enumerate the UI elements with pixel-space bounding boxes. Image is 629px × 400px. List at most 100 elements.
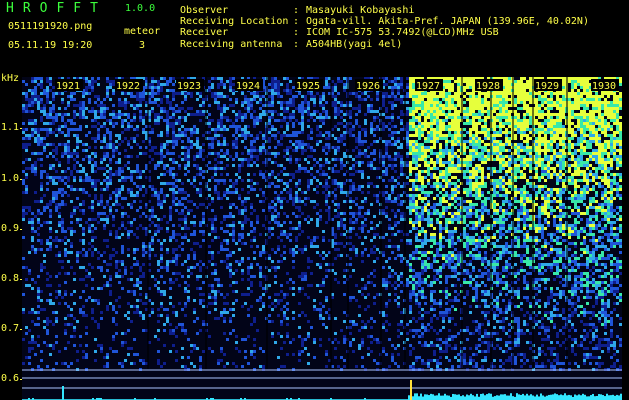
noise-cell (385, 107, 388, 110)
noise-cell (25, 83, 28, 86)
noise-cell (277, 185, 280, 188)
noise-cell (214, 299, 217, 302)
noise-cell (286, 122, 289, 125)
noise-cell (247, 158, 250, 161)
noise-cell (382, 98, 385, 101)
noise-cell (217, 179, 220, 182)
noise-cell (409, 305, 412, 308)
noise-cell (127, 113, 130, 116)
noise-cell (220, 143, 223, 146)
noise-cell (52, 176, 55, 179)
noise-cell (91, 245, 94, 248)
noise-cell (70, 233, 73, 236)
noise-cell (352, 164, 355, 167)
noise-cell (130, 125, 133, 128)
noise-cell (370, 281, 373, 284)
noise-cell (124, 176, 127, 179)
noise-cell (208, 161, 211, 164)
noise-cell (172, 197, 175, 200)
noise-cell (31, 230, 34, 233)
noise-cell (340, 218, 343, 221)
noise-cell (124, 101, 127, 104)
noise-cell (433, 197, 436, 200)
noise-cell (298, 167, 301, 170)
noise-cell (274, 203, 277, 206)
noise-cell (40, 152, 43, 155)
noise-cell (208, 296, 211, 299)
noise-cell (82, 188, 85, 191)
noise-cell (436, 248, 439, 251)
noise-cell (310, 284, 313, 287)
noise-cell (70, 200, 73, 203)
noise-cell (319, 134, 322, 137)
noise-cell (190, 107, 193, 110)
noise-cell (250, 275, 253, 278)
noise-cell (76, 260, 79, 263)
noise-cell (211, 143, 214, 146)
noise-cell (418, 164, 421, 167)
noise-cell (322, 284, 325, 287)
noise-cell (406, 113, 409, 116)
noise-cell (406, 323, 409, 326)
noise-cell (199, 104, 202, 107)
noise-cell (172, 158, 175, 161)
noise-cell (172, 272, 175, 275)
noise-cell (382, 194, 385, 197)
noise-cell (400, 128, 403, 131)
noise-cell (325, 152, 328, 155)
noise-cell (118, 179, 121, 182)
noise-cell (271, 152, 274, 155)
noise-cell (67, 365, 70, 368)
noise-cell (142, 98, 145, 101)
noise-cell (172, 200, 175, 203)
noise-cell (22, 131, 25, 134)
noise-cell (85, 314, 88, 317)
noise-cell (250, 266, 253, 269)
noise-cell (397, 221, 400, 224)
noise-cell (106, 188, 109, 191)
noise-cell (136, 170, 139, 173)
noise-cell (169, 278, 172, 281)
noise-cell (58, 188, 61, 191)
noise-cell (262, 305, 265, 308)
noise-cell (142, 152, 145, 155)
noise-cell (445, 95, 448, 98)
noise-cell (385, 173, 388, 176)
noise-cell (136, 107, 139, 110)
noise-cell (283, 167, 286, 170)
noise-cell (373, 149, 376, 152)
noise-cell (73, 134, 76, 137)
noise-cell (82, 350, 85, 353)
noise-cell (229, 266, 232, 269)
noise-cell (367, 182, 370, 185)
noise-cell (55, 92, 58, 95)
noise-cell (106, 89, 109, 92)
noise-cell (193, 230, 196, 233)
noise-cell (181, 236, 184, 239)
noise-cell (235, 341, 238, 344)
noise-cell (193, 311, 196, 314)
noise-cell (295, 95, 298, 98)
noise-cell (352, 320, 355, 323)
noise-cell (190, 95, 193, 98)
noise-cell (442, 245, 445, 248)
noise-cell (421, 188, 424, 191)
noise-cell (166, 182, 169, 185)
noise-cell (358, 206, 361, 209)
noise-cell (355, 95, 358, 98)
noise-cell (22, 170, 25, 173)
noise-cell (100, 116, 103, 119)
noise-cell (121, 101, 124, 104)
noise-cell (391, 245, 394, 248)
noise-cell (127, 221, 130, 224)
noise-cell (241, 242, 244, 245)
noise-cell (313, 245, 316, 248)
noise-cell (394, 221, 397, 224)
noise-cell (115, 146, 118, 149)
noise-cell (415, 320, 418, 323)
noise-cell (421, 254, 424, 257)
noise-cell (268, 101, 271, 104)
noise-cell (34, 248, 37, 251)
noise-cell (22, 182, 25, 185)
noise-cell (160, 116, 163, 119)
